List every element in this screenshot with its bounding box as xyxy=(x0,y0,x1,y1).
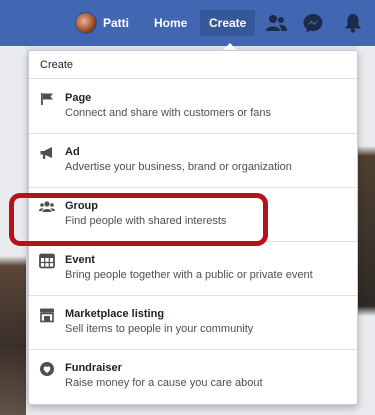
calendar-icon xyxy=(39,253,55,269)
dropdown-header: Create xyxy=(29,51,357,79)
background-page-left xyxy=(0,46,26,415)
menu-item-title: Marketplace listing xyxy=(65,308,165,320)
create-dropdown-menu: Create Page Connect and share with custo… xyxy=(28,50,358,405)
create-link[interactable]: Create xyxy=(200,10,256,36)
menu-item-title: Fundraiser xyxy=(65,362,122,374)
top-navigation-bar: Patti Home Create xyxy=(0,0,375,46)
profile-name: Patti xyxy=(103,16,130,30)
menu-item-marketplace-listing[interactable]: Marketplace listing Sell items to people… xyxy=(29,296,357,350)
menu-item-description: Connect and share with customers or fans xyxy=(65,107,272,119)
menu-item-title: Ad xyxy=(65,146,80,158)
menu-item-description: Find people with shared interests xyxy=(65,215,227,227)
menu-item-title: Group xyxy=(65,200,98,212)
menu-item-title: Event xyxy=(65,254,95,266)
avatar xyxy=(75,12,97,34)
menu-item-description: Sell items to people in your community xyxy=(65,323,254,335)
fundraiser-icon xyxy=(40,362,54,376)
menu-item-fundraiser[interactable]: Fundraiser Raise money for a cause you c… xyxy=(29,350,357,404)
menu-item-ad[interactable]: Ad Advertise your business, brand or org… xyxy=(29,134,357,188)
menu-item-group[interactable]: Group Find people with shared interests xyxy=(29,188,357,242)
menu-item-description: Raise money for a cause you care about xyxy=(65,377,263,389)
notifications-bell-icon[interactable] xyxy=(342,12,364,34)
profile-link[interactable]: Patti xyxy=(75,10,129,36)
menu-item-description: Bring people together with a public or p… xyxy=(65,269,313,281)
menu-item-event[interactable]: Event Bring people together with a publi… xyxy=(29,242,357,296)
friends-icon[interactable] xyxy=(265,12,287,34)
flag-icon xyxy=(41,93,53,105)
storefront-icon xyxy=(40,308,54,323)
menu-item-title: Page xyxy=(65,92,92,104)
megaphone-icon xyxy=(40,147,52,159)
group-icon xyxy=(39,201,55,212)
home-link[interactable]: Home xyxy=(145,10,196,36)
messenger-icon[interactable] xyxy=(302,12,324,34)
menu-item-page[interactable]: Page Connect and share with customers or… xyxy=(29,80,357,134)
background-page-right xyxy=(357,46,375,415)
menu-item-description: Advertise your business, brand or organi… xyxy=(65,161,292,173)
